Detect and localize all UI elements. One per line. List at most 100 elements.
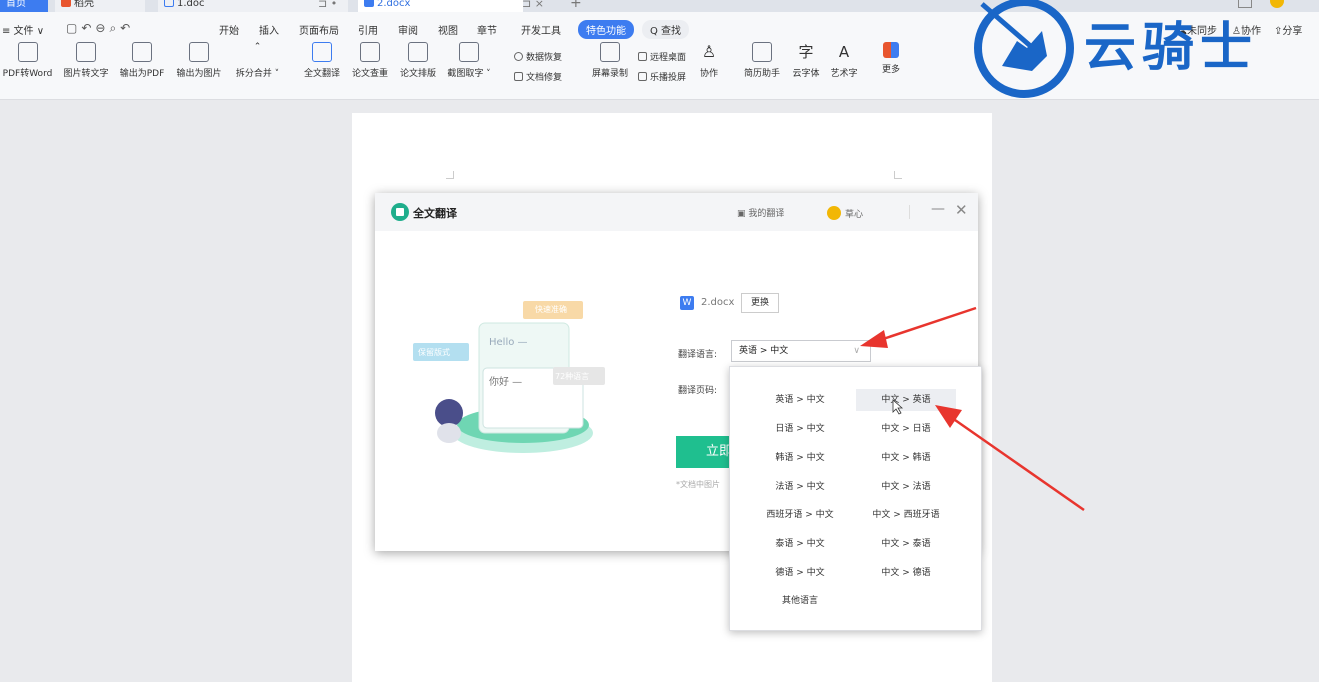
option-zh-ko[interactable]: 中文 > 韩语: [856, 447, 956, 469]
option-other-languages[interactable]: 其他语言: [750, 590, 850, 612]
menu-review[interactable]: 审阅: [398, 22, 418, 37]
tab-1doc-label: 1.doc: [177, 0, 205, 9]
doc-repair-button[interactable]: 文档修复: [514, 70, 562, 83]
menu-devtools[interactable]: 开发工具: [521, 22, 561, 37]
option-fr-zh[interactable]: 法语 > 中文: [750, 476, 850, 498]
wordart-button[interactable]: A 艺术字: [826, 42, 862, 79]
cloud-font-button[interactable]: 字云字体: [788, 42, 824, 79]
split-merge-icon: ⌃: [253, 42, 262, 52]
paper-format-button[interactable]: 论文排版: [396, 42, 440, 79]
hello-text: Hello —: [489, 337, 528, 348]
screen-record-button[interactable]: 屏幕录制: [588, 42, 632, 79]
page-label: 翻译页码:: [678, 386, 718, 396]
user-info[interactable]: 草心: [827, 206, 863, 220]
change-file-button[interactable]: 更换: [741, 293, 779, 313]
remote-desktop-icon: [638, 52, 647, 61]
option-zh-ja[interactable]: 中文 > 日语: [856, 418, 956, 440]
file-menu[interactable]: ≡ 文件 ∨: [2, 22, 44, 37]
word-doc-icon: [364, 0, 374, 7]
nihao-text: 你好 —: [489, 377, 523, 388]
tool-label: 输出为PDF: [119, 69, 165, 79]
option-es-zh[interactable]: 西班牙语 > 中文: [750, 504, 850, 526]
tab-daoke-label: 稻壳: [74, 0, 94, 9]
full-translate-button[interactable]: 全文翻译: [300, 42, 344, 79]
dialog-header: 全文翻译 ▣ 我的翻译 草心 — ✕: [375, 193, 978, 231]
language-select[interactable]: 英语 > 中文 ∨: [731, 340, 871, 362]
option-zh-en[interactable]: 中文 > 英语: [856, 389, 956, 411]
minimize-icon[interactable]: —: [931, 201, 945, 217]
remote-desktop-button[interactable]: 远程桌面: [638, 50, 686, 63]
translate-logo-icon: [391, 203, 409, 221]
tab-2docx[interactable]: 2.docx: [358, 0, 523, 12]
new-tab-icon[interactable]: +: [570, 0, 582, 11]
tab-home[interactable]: 首页: [0, 0, 48, 12]
export-image-button[interactable]: 输出为图片: [172, 42, 226, 79]
tool-label: 简历助手: [743, 69, 780, 79]
tab-2docx-label: 2.docx: [377, 0, 411, 9]
option-zh-de[interactable]: 中文 > 德语: [856, 562, 956, 584]
language-dropdown: 英语 > 中文 中文 > 英语 日语 > 中文 中文 > 日语 韩语 > 中文 …: [729, 366, 982, 631]
bubble-fast: 快速准确: [535, 305, 567, 314]
projection-button[interactable]: 乐播投屏: [638, 70, 686, 83]
margin-corner: [446, 171, 454, 179]
resume-icon: [752, 42, 772, 62]
menu-view[interactable]: 视图: [438, 22, 458, 37]
menu-layout[interactable]: 页面布局: [299, 22, 339, 37]
chevron-down-icon: ∨: [853, 346, 860, 356]
option-zh-th[interactable]: 中文 > 泰语: [856, 533, 956, 555]
image-to-text-button[interactable]: 图片转文字: [60, 42, 112, 79]
yunqishi-logo: 云骑士: [972, 0, 1292, 100]
paper-check-button[interactable]: 论文查重: [348, 42, 392, 79]
logo-text: 云骑士: [1084, 18, 1259, 78]
tab-pin-icon[interactable]: ⊐ •: [318, 0, 337, 10]
more-button[interactable]: 更多: [876, 42, 906, 75]
tool-label: 艺术字: [830, 69, 858, 79]
pdf-to-word-button[interactable]: PDF转Word: [0, 42, 55, 79]
avatar: [827, 206, 841, 220]
knight-logo-icon: [974, 0, 1074, 98]
option-th-zh[interactable]: 泰语 > 中文: [750, 533, 850, 555]
export-pdf-button[interactable]: 输出为PDF: [116, 42, 168, 79]
projection-icon: [638, 72, 647, 81]
menu-reference[interactable]: 引用: [358, 22, 378, 37]
translate-icon: [312, 42, 332, 62]
search-button[interactable]: Q 查找: [642, 20, 690, 39]
more-icon: [883, 42, 899, 58]
split-merge-button[interactable]: ⌃ 拆分合并 ˅: [230, 42, 285, 79]
option-de-zh[interactable]: 德语 > 中文: [750, 562, 850, 584]
tool-label: 协作: [699, 69, 718, 79]
tab-close-icon[interactable]: ⊐ ×: [522, 0, 544, 10]
my-translations-label: 我的翻译: [748, 209, 785, 219]
option-en-zh[interactable]: 英语 > 中文: [750, 389, 850, 411]
menu-insert[interactable]: 插入: [259, 22, 279, 37]
my-translations-link[interactable]: ▣ 我的翻译: [737, 206, 784, 219]
option-ko-zh[interactable]: 韩语 > 中文: [750, 447, 850, 469]
close-icon[interactable]: ✕: [955, 201, 968, 219]
tool-label: 论文查重: [351, 69, 388, 79]
paper-format-icon: [408, 42, 428, 62]
image-note: *文档中图片: [676, 480, 720, 489]
menu-chapter[interactable]: 章节: [477, 22, 497, 37]
screenshot-ocr-button[interactable]: 截图取字 ˅: [444, 42, 494, 79]
data-recovery-label: 数据恢复: [526, 53, 563, 63]
data-recovery-button[interactable]: 数据恢复: [514, 50, 562, 63]
tab-daoke[interactable]: 稻壳: [55, 0, 145, 12]
tab-home-label: 首页: [6, 0, 26, 9]
pdf-word-icon: [17, 42, 38, 62]
option-zh-es[interactable]: 中文 > 西班牙语: [856, 504, 956, 526]
resume-assistant-button[interactable]: 简历助手: [740, 42, 784, 79]
menu-special-features[interactable]: 特色功能: [578, 20, 634, 39]
option-ja-zh[interactable]: 日语 > 中文: [750, 418, 850, 440]
collab-tool-button[interactable]: ♙ 协作: [694, 42, 724, 79]
menu-start[interactable]: 开始: [219, 22, 239, 37]
option-zh-fr[interactable]: 中文 > 法语: [856, 476, 956, 498]
repair-icon: [514, 72, 523, 81]
tool-label: 截图取字 ˅: [447, 69, 491, 79]
tool-label: 屏幕录制: [591, 69, 628, 79]
tool-label: 图片转文字: [63, 69, 109, 79]
tool-label: PDF转Word: [2, 69, 53, 79]
tool-label: 论文排版: [399, 69, 436, 79]
quick-access-icons[interactable]: ▢↶⊖⌕↶: [66, 21, 134, 36]
screenshot-icon: [459, 42, 479, 62]
collab-icon: ♙: [701, 42, 717, 61]
